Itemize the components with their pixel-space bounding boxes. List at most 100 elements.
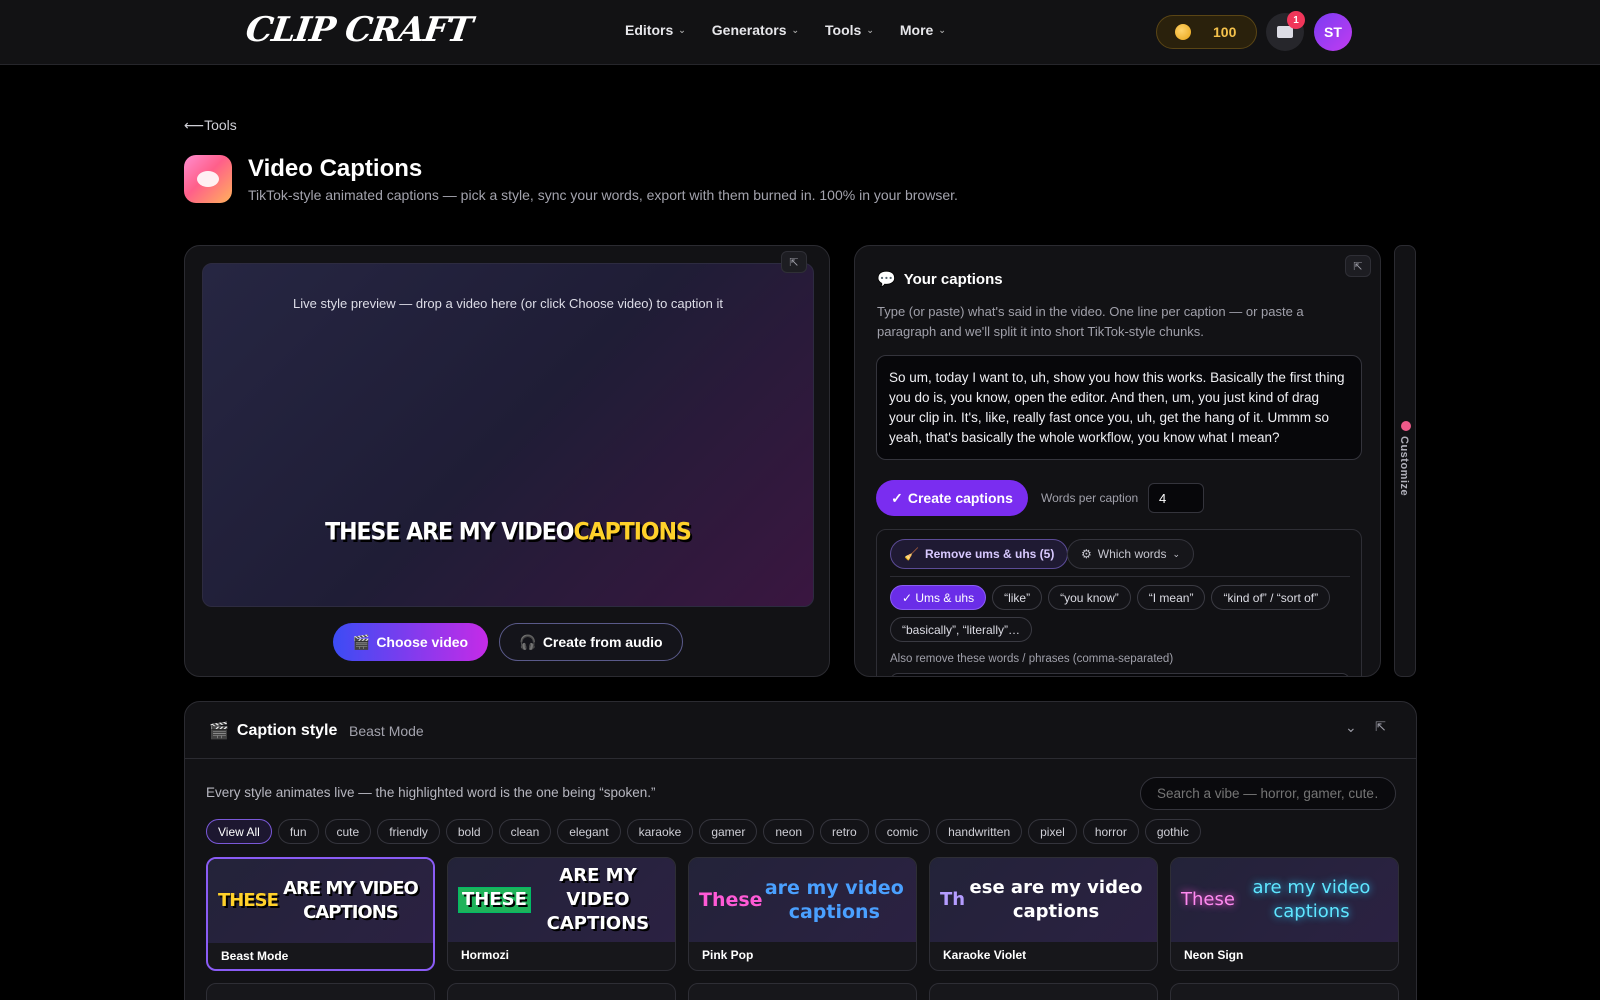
style-card-grid: THESE ARE MY VIDEO CAPTIONS Beast Mode THE… [206,857,1399,971]
palette-icon [1401,421,1411,431]
style-tag-cute[interactable]: cute [324,819,372,844]
captions-title-text: Your captions [903,270,1003,288]
words-per-caption-input[interactable] [1148,483,1204,513]
style-tag-retro[interactable]: retro [820,819,869,844]
style-card-hormozi[interactable]: THESE ARE MY VIDEO CAPTIONS Hormozi [447,857,676,971]
captions-textarea[interactable]: So um, today I want to, uh, show you how… [876,355,1362,460]
back-to-tools-link[interactable]: ⟵Tools [184,117,237,134]
style-tag-gamer[interactable]: gamer [699,819,758,844]
filler-chip-ums[interactable]: ✓ Ums & uhs [890,585,987,610]
coin-count: 100 [1213,24,1237,40]
style-tag-horror[interactable]: horror [1082,819,1139,844]
captions-description: Type (or paste) what's said in the video… [877,304,1304,339]
filler-chip-kind-of[interactable]: “kind of” / “sort of” [1211,585,1331,610]
back-label: Tools [204,117,237,133]
nav-more[interactable]: More ⌄ [900,22,946,38]
style-card-pink-pop[interactable]: These are my video captions Pink Pop [688,857,917,971]
style-card[interactable] [688,983,917,1000]
filler-chip-basically[interactable]: “basically”, “literally”… [890,617,1033,642]
nav-generators[interactable]: Generators ⌄ [712,22,799,38]
style-tag-row: View All fun cute friendly bold clean elegant k… [206,819,1201,844]
nav-label: More [899,22,934,38]
style-tag-neon[interactable]: neon [763,819,815,844]
caption-style-description: Every style animates live — the highligh… [206,785,656,800]
broom-icon: 🧹 [904,547,919,561]
create-captions-button[interactable]: ✓ Create captions [876,480,1028,516]
inbox-button[interactable]: 1 [1266,11,1305,51]
filler-chip-row: ✓ Ums & uhs “like” “you know” “I mean” “… [890,585,1360,642]
which-words-dropdown[interactable]: ⚙ Which words ⌄ [1067,539,1194,569]
style-preview-text: THESE ARE MY VIDEO CAPTIONS [448,858,675,942]
style-tag-view-all[interactable]: View All [206,819,272,844]
style-name: Beast Mode [221,949,289,963]
remove-ums-label: Remove ums & uhs (5) [924,547,1055,561]
caption-style-panel: 🎬 Caption style Beast Mode ⌄ ⇱ Every styl… [184,701,1417,1000]
chevron-down-icon: ⌄ [866,24,874,35]
style-tag-fun[interactable]: fun [277,819,319,844]
style-rest-words: are my video captions [1252,877,1371,922]
style-tag-comic[interactable]: comic [874,819,931,844]
style-highlight-word: THESE [458,887,531,913]
expand-preview-button[interactable]: ⇱ [781,251,807,273]
style-card[interactable] [1170,983,1399,1000]
words-per-caption-label: Words per caption [1041,491,1139,505]
video-dropzone[interactable]: Live style preview — drop a video here (… [202,263,814,607]
style-tag-pixel[interactable]: pixel [1028,819,1077,844]
style-tag-elegant[interactable]: elegant [557,819,621,844]
style-card[interactable] [206,983,435,1000]
style-rest-words: ARE MY VIDEO CAPTIONS [546,865,650,934]
style-card-karaoke-violet[interactable]: Th ese are my video captions Karaoke Viole… [929,857,1158,971]
headphones-icon: 🎧 [519,633,537,650]
also-remove-input[interactable] [890,673,1350,676]
style-card[interactable] [447,983,676,1000]
filler-words-box: 🧹 Remove ums & uhs (5) ⚙ Which words ⌄ ✓ Um… [876,529,1362,676]
nav-label: Tools [825,22,862,38]
top-bar: CLIP CRAFT Editors ⌄ Generators ⌄ Tools ⌄ M… [0,0,1600,65]
style-preview-text: These are my video captions [1171,858,1398,942]
caption-words: THESE ARE MY VIDEO [325,518,574,547]
collapse-style-button[interactable]: ⌄ [1345,719,1357,736]
check-icon: ✓ [891,489,903,506]
preview-hint: Live style preview — drop a video here (… [293,296,723,311]
create-captions-label: Create captions [907,490,1013,506]
nav-editors[interactable]: Editors ⌄ [625,22,686,38]
divider [890,576,1350,577]
style-rest-words: ese are my video captions [969,877,1143,922]
notification-badge: 1 [1287,11,1305,29]
create-from-audio-button[interactable]: 🎧 Create from audio [499,623,683,661]
clapperboard-icon: 🎬 [209,723,229,740]
page-title: Video Captions [248,155,423,182]
style-tag-karaoke[interactable]: karaoke [626,819,694,844]
expand-style-button[interactable]: ⇱ [1375,719,1386,735]
clipcraft-logo[interactable]: CLIP CRAFT [243,10,474,50]
expand-icon: ⇱ [1353,260,1363,273]
main-nav: Editors ⌄ Generators ⌄ Tools ⌄ More ⌄ [625,22,946,38]
remove-ums-button[interactable]: 🧹 Remove ums & uhs (5) [890,539,1069,569]
choose-video-button[interactable]: 🎬 Choose video [333,623,488,661]
customize-side-tab[interactable]: Customize [1394,245,1416,677]
style-card[interactable] [929,983,1158,1000]
style-tag-handwritten[interactable]: handwritten [936,819,1023,844]
style-highlight-word: These [699,889,763,911]
settings-icon: ⚙ [1081,547,1092,561]
style-search-input[interactable] [1140,777,1396,810]
chevron-down-icon: ⌄ [678,24,686,35]
preview-caption: THESE ARE MY VIDEOCAPTIONS [203,519,813,547]
nav-tools[interactable]: Tools ⌄ [825,22,874,38]
expand-icon: ⇱ [789,256,799,269]
style-card-neon-sign[interactable]: These are my video captions Neon Sign [1170,857,1399,971]
filler-chip-i-mean[interactable]: “I mean” [1136,585,1206,610]
style-name: Pink Pop [702,948,754,962]
filler-chip-like[interactable]: “like” [992,585,1043,610]
style-card-beast-mode[interactable]: THESE ARE MY VIDEO CAPTIONS Beast Mode [206,857,435,971]
style-tag-gothic[interactable]: gothic [1144,819,1201,844]
filler-chip-you-know[interactable]: “you know” [1048,585,1131,610]
style-tag-clean[interactable]: clean [498,819,552,844]
coin-balance[interactable]: 100 [1156,15,1257,49]
captions-app-icon [184,155,232,203]
arrow-left-icon: ⟵ [184,117,205,133]
style-tag-friendly[interactable]: friendly [377,819,440,844]
style-tag-bold[interactable]: bold [445,819,493,844]
user-avatar[interactable]: ST [1314,13,1352,51]
expand-captions-button[interactable]: ⇱ [1345,255,1371,277]
